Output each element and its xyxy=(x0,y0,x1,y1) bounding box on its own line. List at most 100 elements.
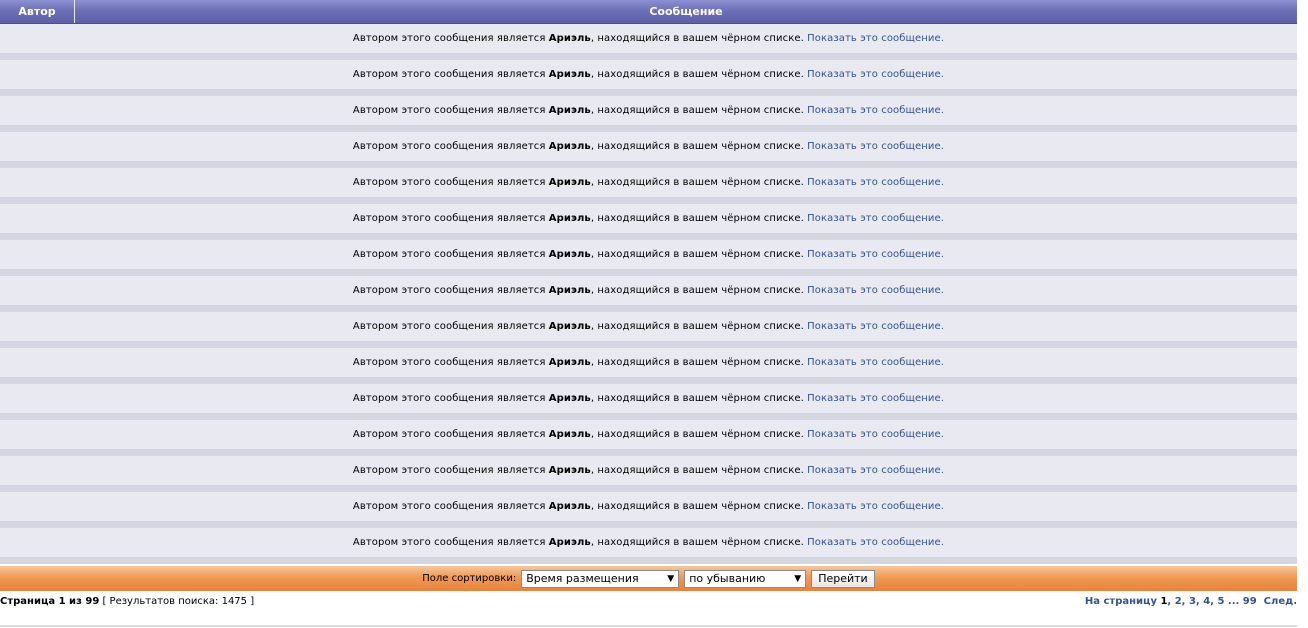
notice-middle: , находящийся в вашем чёрном списке. xyxy=(590,465,808,476)
show-message-link[interactable]: Показать это сообщение. xyxy=(807,285,944,296)
notice-prefix: Автором этого сообщения является xyxy=(352,285,549,296)
blocked-message-notice: Автором этого сообщения является Ариэль,… xyxy=(0,132,1297,162)
table-row: Автором этого сообщения является Ариэль,… xyxy=(0,492,1297,528)
blocked-message-notice: Автором этого сообщения является Ариэль,… xyxy=(0,276,1297,306)
show-message-link[interactable]: Показать это сообщение. xyxy=(807,213,944,224)
notice-middle: , находящийся в вашем чёрном списке. xyxy=(590,141,808,152)
next-page-link[interactable]: След. xyxy=(1264,596,1297,607)
page-of: из xyxy=(65,596,86,607)
show-message-link[interactable]: Показать это сообщение. xyxy=(807,537,944,548)
blocked-message-notice: Автором этого сообщения является Ариэль,… xyxy=(0,492,1297,522)
pagination: На страницу 1, 2, 3, 4, 5 ... 99 След. xyxy=(1084,596,1297,607)
sort-field-select[interactable]: Время размещения ▼ xyxy=(521,569,680,588)
table-row: Автором этого сообщения является Ариэль,… xyxy=(0,60,1297,96)
notice-prefix: Автором этого сообщения является xyxy=(352,537,549,548)
blocked-message-notice: Автором этого сообщения является Ариэль,… xyxy=(0,348,1297,378)
header-message: Сообщение xyxy=(649,5,723,18)
notice-prefix: Автором этого сообщения является xyxy=(352,393,549,404)
blocked-author-name: Ариэль xyxy=(548,141,591,152)
notice-prefix: Автором этого сообщения является xyxy=(352,105,549,116)
show-message-link[interactable]: Показать это сообщение. xyxy=(807,141,944,152)
pagination-ellipsis: ... xyxy=(1224,596,1243,607)
header-author: Автор xyxy=(0,0,75,23)
show-message-link[interactable]: Показать это сообщение. xyxy=(807,393,944,404)
table-row: Автором этого сообщения является Ариэль,… xyxy=(0,132,1297,168)
table-row: Автором этого сообщения является Ариэль,… xyxy=(0,168,1297,204)
sort-order-value: по убыванию xyxy=(689,572,766,585)
notice-prefix: Автором этого сообщения является xyxy=(352,465,549,476)
notice-prefix: Автором этого сообщения является xyxy=(352,429,549,440)
show-message-link[interactable]: Показать это сообщение. xyxy=(807,357,944,368)
table-row: Автором этого сообщения является Ариэль,… xyxy=(0,420,1297,456)
notice-prefix: Автором этого сообщения является xyxy=(352,177,549,188)
notice-middle: , находящийся в вашем чёрном списке. xyxy=(590,69,808,80)
show-message-link[interactable]: Показать это сообщение. xyxy=(807,321,944,332)
table-header: Автор Сообщение xyxy=(0,0,1297,24)
blocked-message-notice: Автором этого сообщения является Ариэль,… xyxy=(0,24,1297,54)
show-message-link[interactable]: Показать это сообщение. xyxy=(807,177,944,188)
table-row: Автором этого сообщения является Ариэль,… xyxy=(0,456,1297,492)
blocked-author-name: Ариэль xyxy=(548,537,591,548)
sort-order-select[interactable]: по убыванию ▼ xyxy=(684,569,807,588)
page-link-2[interactable]: 2 xyxy=(1175,596,1182,607)
bottom-divider xyxy=(0,625,1297,627)
show-message-link[interactable]: Показать это сообщение. xyxy=(807,465,944,476)
sort-bar: Поле сортировки: Время размещения ▼ по у… xyxy=(0,566,1297,591)
notice-middle: , находящийся в вашем чёрном списке. xyxy=(590,285,808,296)
blocked-message-notice: Автором этого сообщения является Ариэль,… xyxy=(0,384,1297,414)
notice-middle: , находящийся в вашем чёрном списке. xyxy=(590,501,808,512)
blocked-author-name: Ариэль xyxy=(548,357,591,368)
table-row: Автором этого сообщения является Ариэль,… xyxy=(0,276,1297,312)
show-message-link[interactable]: Показать это сообщение. xyxy=(807,429,944,440)
table-row: Автором этого сообщения является Ариэль,… xyxy=(0,24,1297,60)
chevron-down-icon: ▼ xyxy=(667,573,675,584)
blocked-author-name: Ариэль xyxy=(548,69,591,80)
notice-middle: , находящийся в вашем чёрном списке. xyxy=(590,357,808,368)
blocked-message-notice: Автором этого сообщения является Ариэль,… xyxy=(0,204,1297,234)
blocked-author-name: Ариэль xyxy=(548,321,591,332)
blocked-message-notice: Автором этого сообщения является Ариэль,… xyxy=(0,312,1297,342)
page-current: 1 xyxy=(58,596,66,607)
table-row: Автором этого сообщения является Ариэль,… xyxy=(0,96,1297,132)
notice-prefix: Автором этого сообщения является xyxy=(352,249,549,260)
page-total: 99 xyxy=(85,596,100,607)
notice-prefix: Автором этого сообщения является xyxy=(352,213,549,224)
page-link-3[interactable]: 3 xyxy=(1189,596,1196,607)
pagination-label: На страницу xyxy=(1084,596,1161,607)
notice-middle: , находящийся в вашем чёрном списке. xyxy=(590,537,808,548)
go-button[interactable]: Перейти xyxy=(811,569,875,588)
blocked-author-name: Ариэль xyxy=(548,33,591,44)
show-message-link[interactable]: Показать это сообщение. xyxy=(807,249,944,260)
notice-prefix: Автором этого сообщения является xyxy=(352,321,549,332)
table-row: Автором этого сообщения является Ариэль,… xyxy=(0,240,1297,276)
notice-middle: , находящийся в вашем чёрном списке. xyxy=(590,249,808,260)
notice-prefix: Автором этого сообщения является xyxy=(352,141,549,152)
notice-middle: , находящийся в вашем чёрном списке. xyxy=(590,429,808,440)
blocked-author-name: Ариэль xyxy=(548,249,591,260)
blocked-message-notice: Автором этого сообщения является Ариэль,… xyxy=(0,96,1297,126)
page-scroll-gutter xyxy=(1297,0,1308,628)
table-row: Автором этого сообщения является Ариэль,… xyxy=(0,384,1297,420)
notice-middle: , находящийся в вашем чёрном списке. xyxy=(590,321,808,332)
blocked-author-name: Ариэль xyxy=(548,285,591,296)
notice-prefix: Автором этого сообщения является xyxy=(352,501,549,512)
blocked-message-notice: Автором этого сообщения является Ариэль,… xyxy=(0,240,1297,270)
blocked-author-name: Ариэль xyxy=(548,213,591,224)
page-info: Страница 1 из 99 [ Результатов поиска: 1… xyxy=(0,595,254,608)
blocked-message-notice: Автором этого сообщения является Ариэль,… xyxy=(0,60,1297,90)
blocked-author-name: Ариэль xyxy=(548,429,591,440)
show-message-link[interactable]: Показать это сообщение. xyxy=(807,105,944,116)
notice-middle: , находящийся в вашем чёрном списке. xyxy=(590,33,808,44)
blocked-author-name: Ариэль xyxy=(548,393,591,404)
page-prefix: Страница xyxy=(0,596,59,607)
notice-prefix: Автором этого сообщения является xyxy=(352,33,549,44)
page-link-last[interactable]: 99 xyxy=(1243,596,1257,607)
show-message-link[interactable]: Показать это сообщение. xyxy=(807,501,944,512)
blocked-message-notice: Автором этого сообщения является Ариэль,… xyxy=(0,528,1297,558)
show-message-link[interactable]: Показать это сообщение. xyxy=(807,33,944,44)
table-row: Автором этого сообщения является Ариэль,… xyxy=(0,528,1297,564)
blocked-message-notice: Автором этого сообщения является Ариэль,… xyxy=(0,420,1297,450)
table-body: Автором этого сообщения является Ариэль,… xyxy=(0,24,1297,564)
show-message-link[interactable]: Показать это сообщение. xyxy=(807,69,944,80)
notice-middle: , находящийся в вашем чёрном списке. xyxy=(590,177,808,188)
